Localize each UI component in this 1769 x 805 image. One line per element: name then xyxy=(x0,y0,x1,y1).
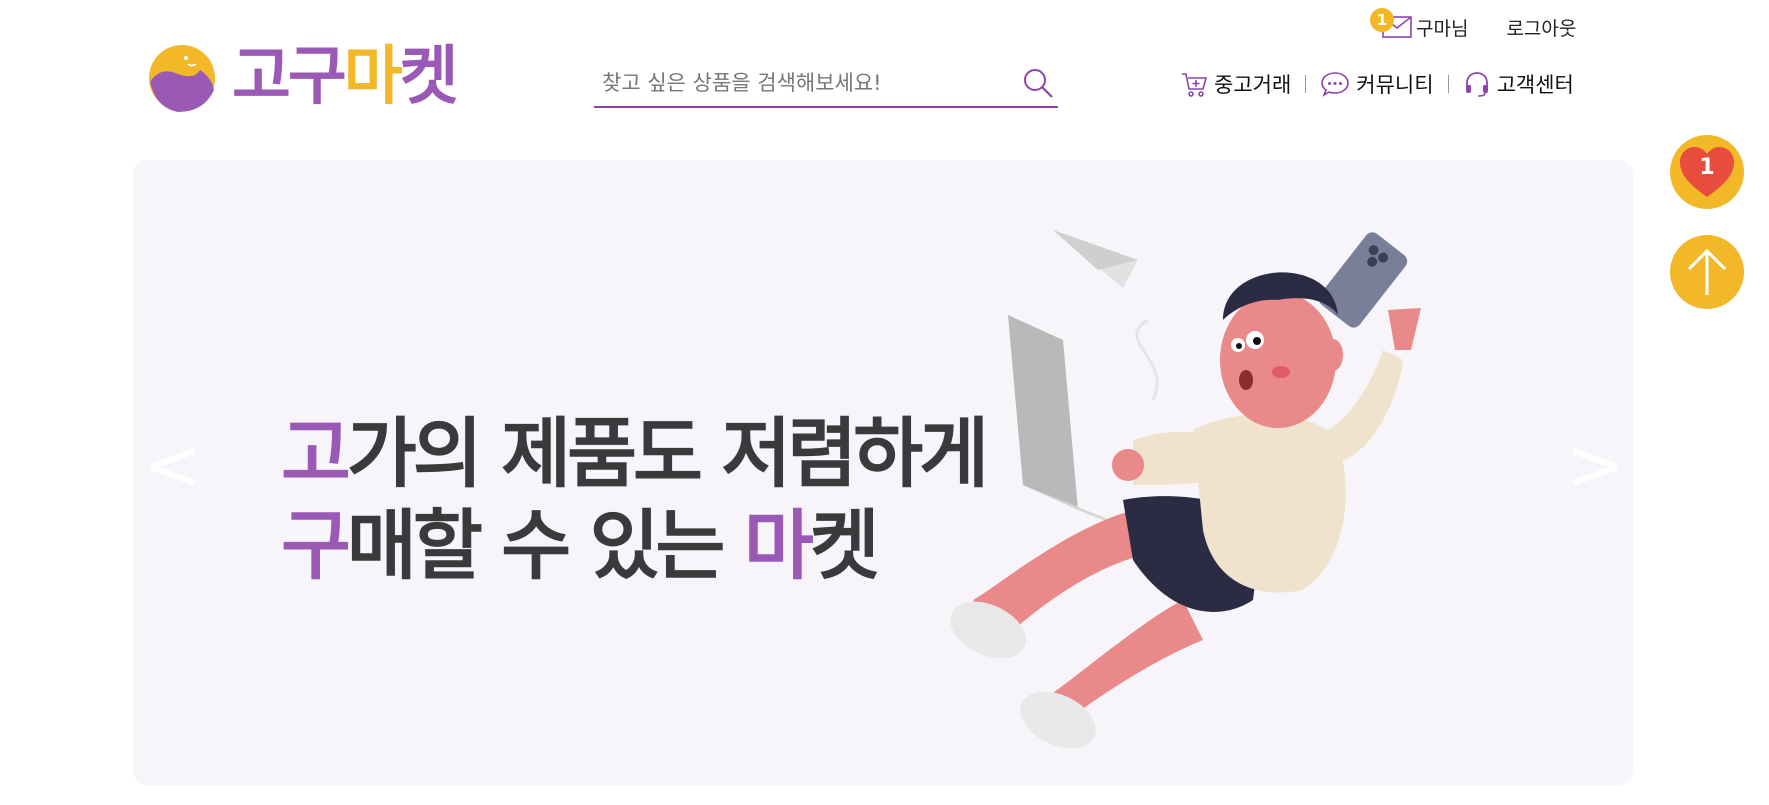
scroll-top-button[interactable] xyxy=(1670,235,1744,309)
logo-text-ket: 켓 xyxy=(399,40,459,114)
nav-community[interactable]: 커뮤니티 xyxy=(1320,69,1434,99)
nav-divider xyxy=(1447,75,1449,93)
logo-text-ma: 마 xyxy=(343,40,403,114)
search-input[interactable] xyxy=(594,71,1018,95)
logo-text-gogu: 고구 xyxy=(232,40,347,114)
nav-customer-center[interactable]: 고객센터 xyxy=(1463,69,1574,99)
sweet-potato-logo-icon xyxy=(149,45,215,112)
nav-label-community: 커뮤니티 xyxy=(1356,73,1434,97)
mail-count-badge: 1 xyxy=(1370,8,1394,32)
banner-next-arrow[interactable]: > xyxy=(1566,430,1625,500)
banner-headline: 고가의 제품도 저렴하게 구매할 수 있는 마켓 xyxy=(281,408,989,592)
paper-plane-icon xyxy=(1053,230,1138,288)
headline-highlight-ma: 마 xyxy=(743,501,814,590)
nav-label-customer-center: 고객센터 xyxy=(1496,73,1574,97)
user-bar: 1 구마님 로그아웃 xyxy=(1370,8,1576,44)
logout-link[interactable]: 로그아웃 xyxy=(1506,14,1576,41)
search-icon xyxy=(1024,69,1053,98)
headset-icon xyxy=(1465,72,1488,97)
search-bar xyxy=(594,60,1058,108)
headline-highlight-gu: 구 xyxy=(281,501,351,590)
arrow-up-icon xyxy=(1687,248,1727,295)
logo-wordmark: 고구마켓 xyxy=(232,45,459,109)
hero-banner: < > 고가의 제품도 저렴하게 구매할 수 있는 마켓 xyxy=(133,160,1633,785)
search-button[interactable] xyxy=(1018,63,1058,103)
wishlist-count: 1 xyxy=(1699,155,1715,180)
chat-bubble-icon xyxy=(1321,72,1350,97)
headline-line-1: 고가의 제품도 저렴하게 xyxy=(281,408,989,500)
headline-line-2: 구매할 수 있는 마켓 xyxy=(281,500,985,592)
username[interactable]: 구마님 xyxy=(1416,14,1468,41)
cart-icon xyxy=(1182,73,1208,97)
headline-line1-text: 가의 제품도 저렴하게 xyxy=(346,409,989,498)
main-nav: 중고거래 커뮤니티 고객센터 xyxy=(1180,66,1574,102)
nav-used-trade[interactable]: 중고거래 xyxy=(1180,69,1291,99)
headline-line2-end: 켓 xyxy=(809,501,880,590)
mail-button[interactable]: 1 xyxy=(1370,8,1414,40)
nav-divider xyxy=(1305,75,1307,93)
banner-prev-arrow[interactable]: < xyxy=(143,430,202,500)
wishlist-float-button[interactable]: 1 xyxy=(1670,135,1744,209)
nav-label-used-trade: 중고거래 xyxy=(1214,73,1292,97)
headline-line2-text: 매할 수 있는 xyxy=(346,501,744,590)
flying-boy-with-laptop-illustration xyxy=(950,230,1421,749)
headline-highlight-go: 고 xyxy=(281,409,351,498)
site-logo[interactable]: 고구마켓 xyxy=(148,40,459,114)
